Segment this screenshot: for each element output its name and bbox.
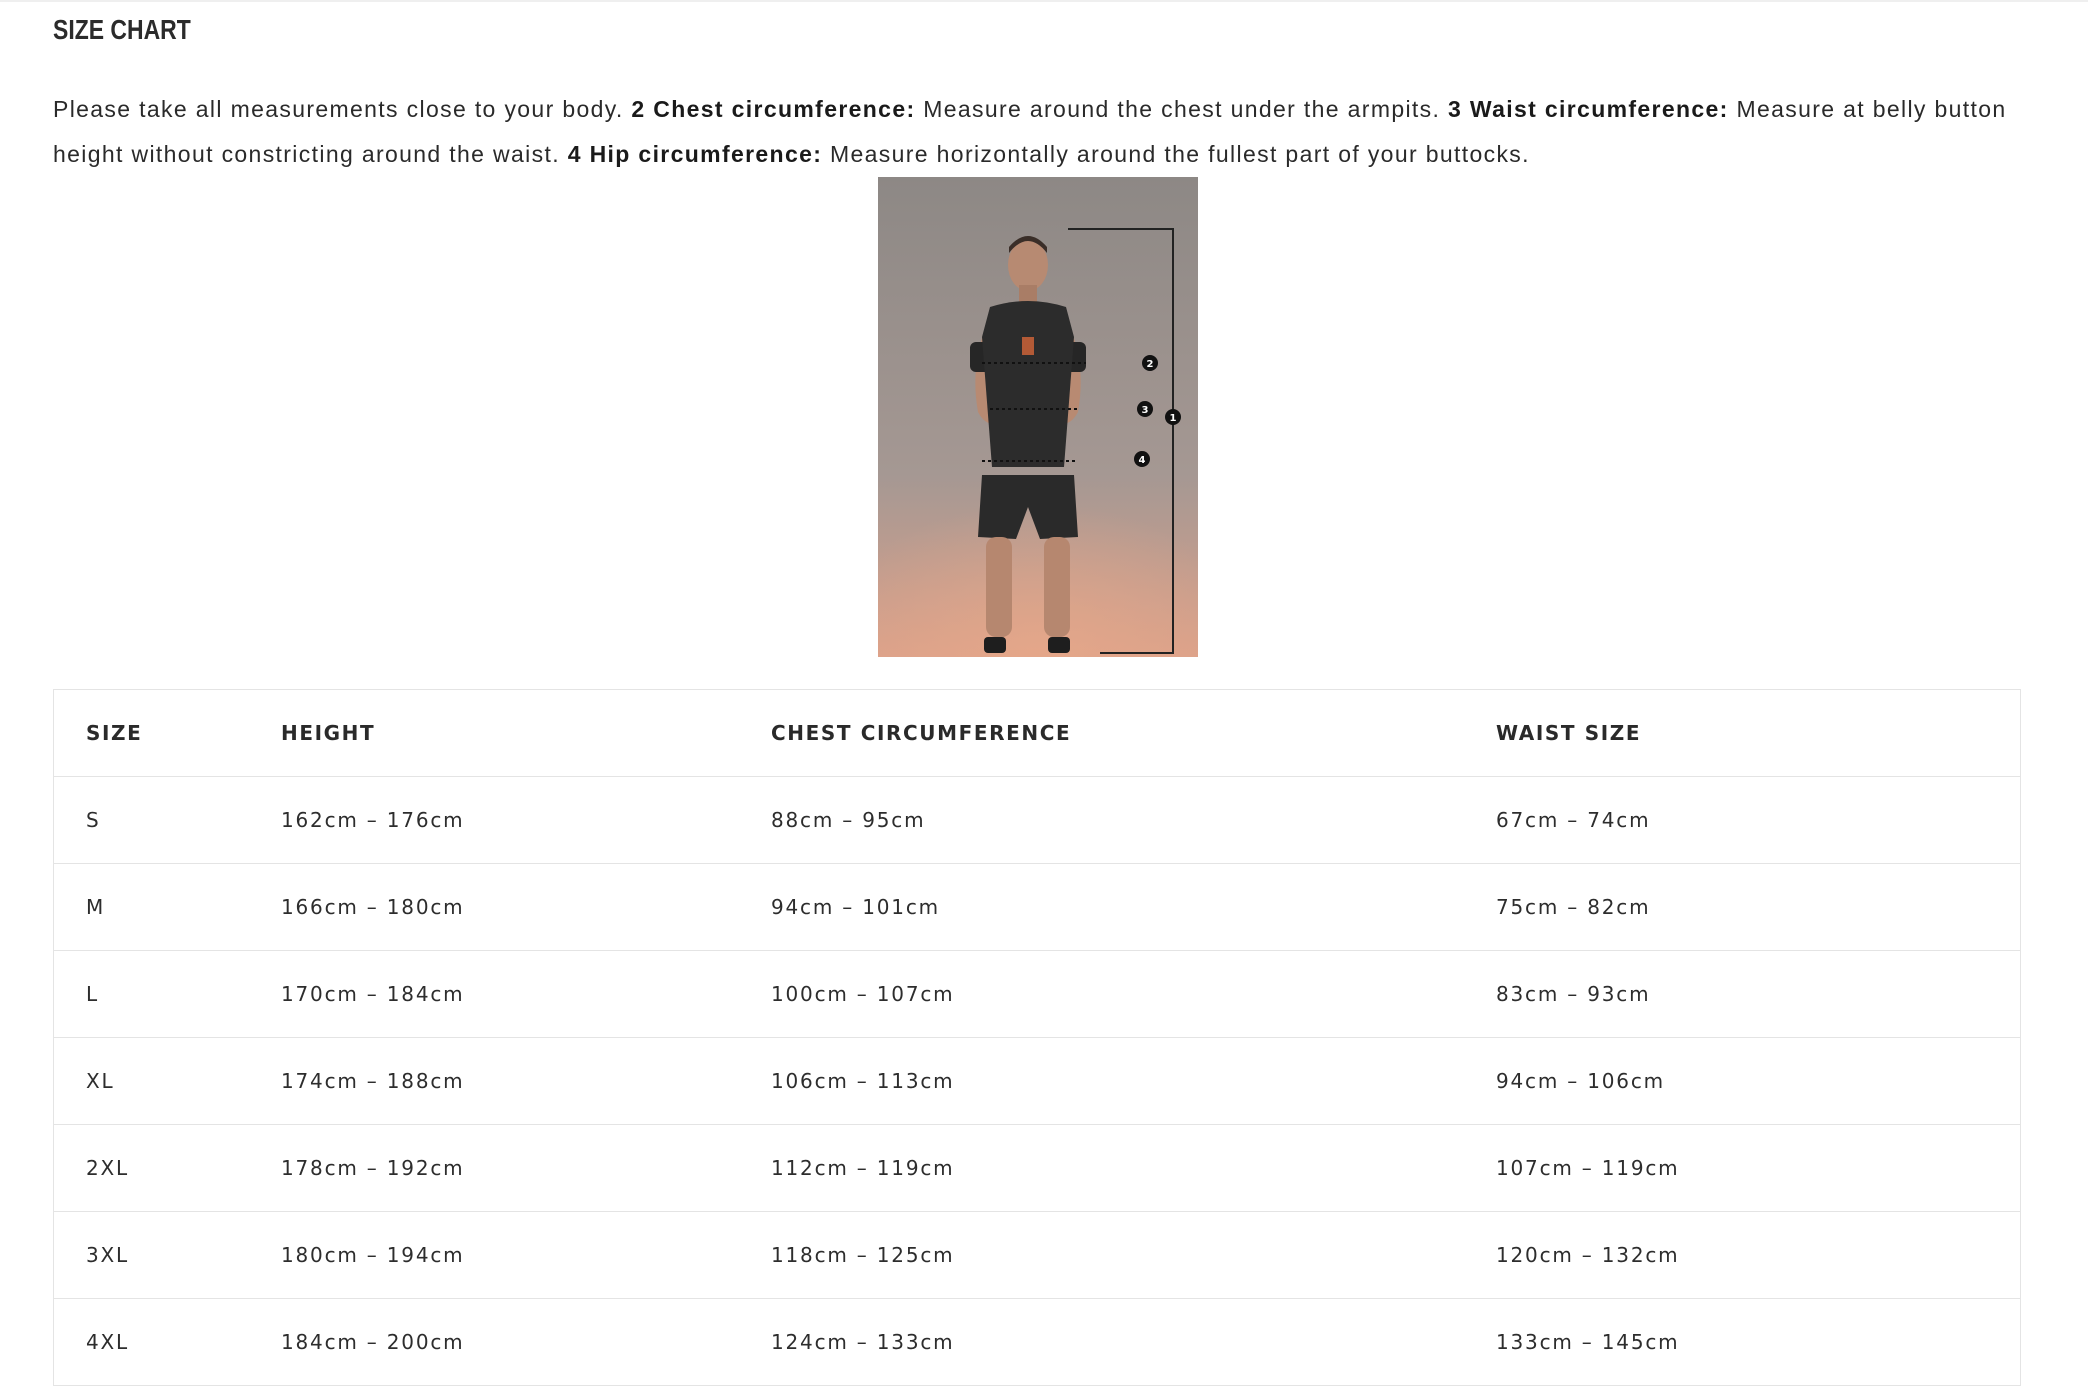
page-title: SIZE CHART — [53, 14, 191, 45]
header-chest-circumference: CHEST CIRCUMFERENCE — [739, 689, 1464, 777]
cell-waist: 94cm – 106cm — [1464, 1037, 2021, 1125]
marker-2: 2 — [1142, 355, 1158, 371]
chest-text: Measure around the chest under the armpi… — [923, 96, 1441, 122]
table-header-row: SIZE HEIGHT CHEST CIRCUMFERENCE WAIST SI… — [53, 689, 2021, 777]
cell-chest: 88cm – 95cm — [739, 776, 1464, 864]
cell-height: 174cm – 188cm — [249, 1037, 739, 1125]
chest-label: 2 Chest circumference: — [631, 96, 916, 122]
marker-1: 1 — [1165, 409, 1181, 425]
cell-chest: 106cm – 113cm — [739, 1037, 1464, 1125]
table-row: 4XL 184cm – 200cm 124cm – 133cm 133cm – … — [54, 1299, 2021, 1386]
measurement-figure-image: 1 2 3 4 — [878, 177, 1198, 657]
table-row: L 170cm – 184cm 100cm – 107cm 83cm – 93c… — [53, 950, 2021, 1038]
table-row: S 162cm – 176cm 88cm – 95cm 67cm – 74cm — [53, 776, 2021, 864]
svg-text:1: 1 — [1170, 413, 1177, 424]
cell-size: M — [53, 863, 249, 951]
cell-size: XL — [53, 1037, 249, 1125]
marker-3: 3 — [1137, 401, 1153, 417]
cell-waist: 75cm – 82cm — [1464, 863, 2021, 951]
cell-height: 166cm – 180cm — [249, 863, 739, 951]
cell-size: 2XL — [53, 1124, 249, 1212]
cell-height: 170cm – 184cm — [249, 950, 739, 1038]
header-waist-size: WAIST SIZE — [1464, 689, 2021, 777]
size-table: SIZE HEIGHT CHEST CIRCUMFERENCE WAIST SI… — [53, 689, 2021, 1386]
cell-waist: 133cm – 145cm — [1496, 1330, 1680, 1354]
table-row: 3XL 180cm – 194cm 118cm – 125cm 120cm – … — [53, 1211, 2021, 1299]
hip-label: 4 Hip circumference: — [567, 141, 823, 167]
cell-chest: 124cm – 133cm — [771, 1330, 955, 1354]
top-divider — [0, 0, 2088, 2]
cell-size: L — [53, 950, 249, 1038]
cell-waist: 107cm – 119cm — [1464, 1124, 2021, 1212]
header-size: SIZE — [53, 689, 249, 777]
cell-height: 180cm – 194cm — [249, 1211, 739, 1299]
cell-height: 178cm – 192cm — [249, 1124, 739, 1212]
cell-size: 4XL — [86, 1330, 129, 1354]
table-row: XL 174cm – 188cm 106cm – 113cm 94cm – 10… — [53, 1037, 2021, 1125]
hip-text: Measure horizontally around the fullest … — [829, 141, 1530, 167]
svg-text:4: 4 — [1139, 455, 1146, 466]
cell-chest: 118cm – 125cm — [739, 1211, 1464, 1299]
marker-4: 4 — [1134, 451, 1150, 467]
cell-chest: 94cm – 101cm — [739, 863, 1464, 951]
intro-lead: Please take all measurements close to yo… — [53, 96, 624, 122]
table-row: M 166cm – 180cm 94cm – 101cm 75cm – 82cm — [53, 863, 2021, 951]
cell-size: S — [53, 776, 249, 864]
cell-chest: 112cm – 119cm — [739, 1124, 1464, 1212]
cell-chest: 100cm – 107cm — [739, 950, 1464, 1038]
measurement-figure: 1 2 3 4 — [878, 177, 1198, 657]
header-height: HEIGHT — [249, 689, 739, 777]
svg-text:2: 2 — [1147, 359, 1154, 370]
cell-waist: 120cm – 132cm — [1464, 1211, 2021, 1299]
waist-label: 3 Waist circumference: — [1448, 96, 1729, 122]
svg-text:3: 3 — [1142, 405, 1149, 416]
measurement-instructions: Please take all measurements close to yo… — [53, 87, 2013, 177]
table-row: 2XL 178cm – 192cm 112cm – 119cm 107cm – … — [53, 1124, 2021, 1212]
cell-size: 3XL — [53, 1211, 249, 1299]
cell-waist: 67cm – 74cm — [1464, 776, 2021, 864]
cell-waist: 83cm – 93cm — [1464, 950, 2021, 1038]
cell-height: 184cm – 200cm — [281, 1330, 465, 1354]
cell-height: 162cm – 176cm — [249, 776, 739, 864]
